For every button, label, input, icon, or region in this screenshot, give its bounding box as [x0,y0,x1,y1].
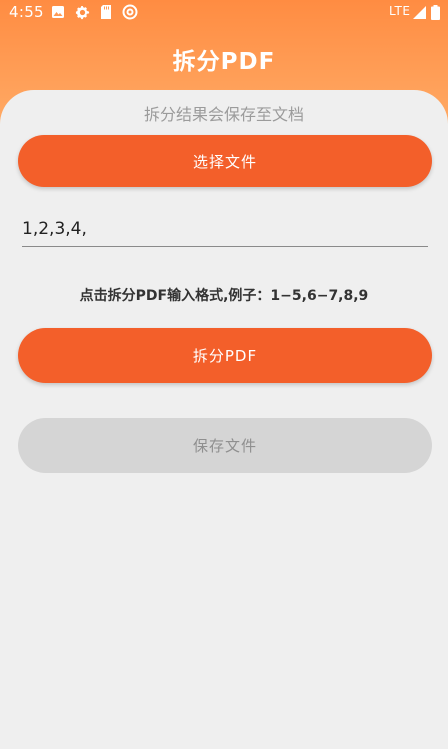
network-type: LTE [389,4,411,18]
status-time: 4:55 [9,3,44,21]
sd-card-icon [98,4,114,20]
page-range-field[interactable] [22,214,428,247]
format-hint: 点击拆分PDF输入格式,例子：1−5,6−7,8,9 [79,288,369,304]
save-location-note: 拆分结果会保存至文档 [143,105,304,124]
select-file-button[interactable]: 选择文件 [18,135,432,187]
gear-icon [74,4,90,20]
save-file-button[interactable]: 保存文件 [18,418,432,473]
page-title: 拆分PDF [172,49,276,75]
split-pdf-button[interactable]: 拆分PDF [18,328,432,383]
status-bar: 4:55 LTE [0,0,448,24]
battery-icon [427,4,443,20]
sync-icon [122,4,138,20]
signal-icon [411,4,427,20]
page-range-input[interactable] [22,214,428,244]
image-icon [50,4,66,20]
